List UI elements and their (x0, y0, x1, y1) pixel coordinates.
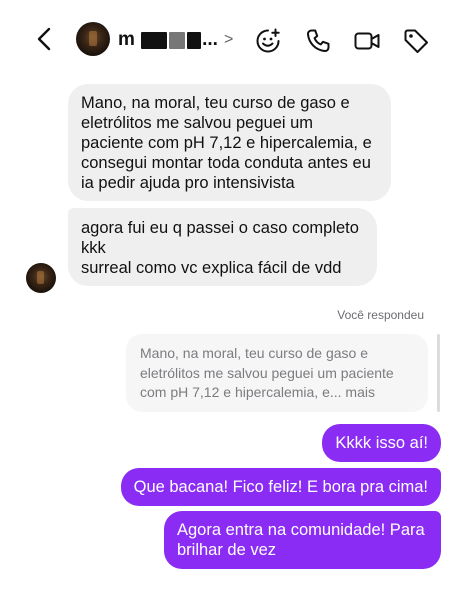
chat-header: m ... > (0, 0, 461, 72)
message-line: ia pedir ajuda pro intensivista (81, 174, 295, 192)
redaction-block (169, 31, 186, 49)
contact-name[interactable]: m ... > (118, 28, 233, 52)
redaction-block (187, 31, 202, 49)
quote-line: eletrólitos me salvou peguei um paciente (140, 364, 394, 381)
incoming-message[interactable]: agora fui eu q passei o caso completo kk… (68, 208, 377, 286)
outgoing-message[interactable]: Kkkk isso aí! (322, 424, 441, 462)
message-line: Que bacana! Fico feliz! E bora pra cima! (133, 478, 428, 496)
message-line: Mano, na moral, teu curso de gaso e (81, 94, 350, 112)
quoted-message[interactable]: Mano, na moral, teu curso de gaso e elet… (126, 334, 428, 412)
incoming-message[interactable]: Mano, na moral, teu curso de gaso e elet… (68, 84, 391, 201)
outgoing-message[interactable]: Agora entra na comunidade! Para brilhar … (164, 511, 441, 569)
back-arrow-icon[interactable] (34, 26, 56, 52)
chevron-right-icon: > (223, 31, 234, 48)
quote-line: Mano, na moral, teu curso de gaso e (140, 345, 369, 361)
message-line: agora fui eu q passei o caso completo (81, 219, 359, 237)
message-line: consegui montar toda conduta antes eu (81, 154, 371, 172)
quote-line: com pH 7,12 e hipercalemia, e... mais (140, 384, 375, 400)
message-line: paciente com pH 7,12 e hipercalemia, e (81, 134, 372, 152)
message-line: Agora entra na comunidade! Para (177, 521, 425, 539)
replied-label: Você respondeu (337, 308, 424, 322)
contact-name-text: m (118, 29, 136, 50)
message-line: brilhar de vez (177, 541, 277, 559)
message-line: eletrólitos me salvou peguei um (81, 114, 314, 132)
tag-icon[interactable] (402, 27, 430, 55)
message-line: surreal como vc explica fácil de vdd (81, 259, 342, 277)
redaction-block (141, 31, 168, 49)
message-line: kkk (81, 239, 106, 257)
phone-icon[interactable] (304, 27, 332, 55)
quote-indicator-bar (437, 334, 440, 412)
name-ellipsis: ... (202, 29, 218, 50)
avatar[interactable] (76, 22, 110, 56)
video-camera-icon[interactable] (353, 27, 381, 55)
sender-avatar[interactable] (26, 263, 56, 293)
message-line: Kkkk isso aí! (335, 434, 428, 452)
sticker-add-icon[interactable] (254, 27, 282, 55)
outgoing-message[interactable]: Que bacana! Fico feliz! E bora pra cima! (120, 468, 441, 506)
